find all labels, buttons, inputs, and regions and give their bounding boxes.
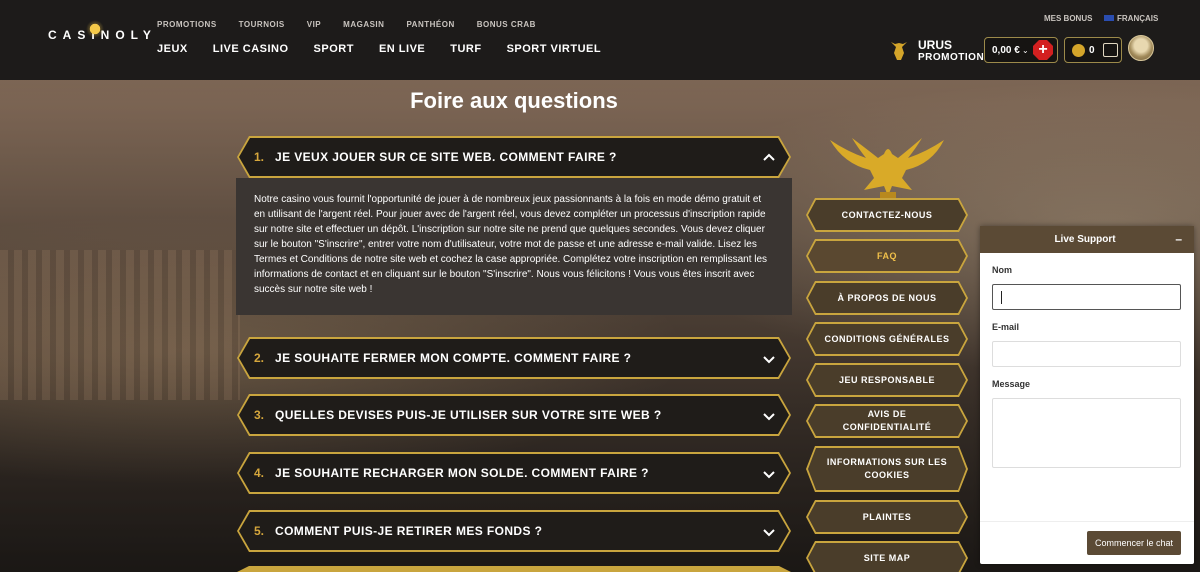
faq-item-1[interactable]: 1. JE VEUX JOUER SUR CE SITE WEB. COMMEN… [237,136,791,178]
faq-item-inner: 1. JE VEUX JOUER SUR CE SITE WEB. COMMEN… [239,138,789,176]
promo-title[interactable]: URUS [918,38,952,52]
faq-item-inner: 2. JE SOUHAITE FERMER MON COMPTE. COMMEN… [239,339,789,377]
faq-answer-1: Notre casino vous fournit l'opportunité … [236,178,792,315]
side-menu-label: À PROPOS DE NOUS [808,283,966,313]
side-menu-responsible-gaming[interactable]: JEU RESPONSABLE [806,363,968,397]
chevron-down-icon[interactable] [763,353,775,365]
side-menu-label: FAQ [808,241,966,271]
name-field[interactable] [992,284,1181,310]
coin-icon [1072,44,1085,57]
side-menu-label: CONDITIONS GÉNÉRALES [808,324,966,354]
top-nav-bonus-crab[interactable]: BONUS CRAB [477,20,536,29]
faq-number: 2. [254,351,265,365]
start-chat-button[interactable]: Commencer le chat [1087,531,1181,555]
faq-number: 4. [254,466,265,480]
live-support-panel: Live Support – Nom E-mail Message Commen… [980,226,1194,564]
faq-number: 1. [254,150,265,164]
language-label: FRANÇAIS [1117,14,1159,23]
top-nav-pantheon[interactable]: PANTHÉON [406,20,454,29]
top-nav-vip[interactable]: VIP [307,20,321,29]
faq-question: QUELLES DEVISES PUIS-JE UTILISER SUR VOT… [275,408,662,422]
golden-eagle-icon [830,138,944,198]
main-nav: JEUX LIVE CASINO SPORT EN LIVE TURF SPOR… [157,43,626,55]
side-menu-label: AVIS DE CONFIDENTIALITÉ [808,406,966,436]
faq-item-2[interactable]: 2. JE SOUHAITE FERMER MON COMPTE. COMMEN… [237,337,791,379]
main-nav-jeux[interactable]: JEUX [157,43,188,55]
site-header: CASINOLY PROMOTIONS TOURNOIS VIP MAGASIN… [0,0,1200,80]
email-field[interactable] [992,341,1181,367]
promo-subtitle[interactable]: PROMOTION [918,52,984,63]
faq-number: 3. [254,408,265,422]
main-nav-sport-virtuel[interactable]: SPORT VIRTUEL [507,43,602,55]
bull-icon[interactable] [888,38,910,62]
faq-item-6-partial[interactable] [237,566,791,572]
faq-question: JE SOUHAITE FERMER MON COMPTE. COMMENT F… [275,351,632,365]
side-menu-complaints[interactable]: PLAINTES [806,500,968,534]
top-nav-promotions[interactable]: PROMOTIONS [157,20,217,29]
top-nav: PROMOTIONS TOURNOIS VIP MAGASIN PANTHÉON… [157,20,558,29]
main-nav-turf[interactable]: TURF [450,43,481,55]
email-label: E-mail [992,322,1020,332]
faq-item-4[interactable]: 4. JE SOUHAITE RECHARGER MON SOLDE. COMM… [237,452,791,494]
background-building [0,250,240,400]
chevron-up-icon[interactable] [763,152,775,164]
side-menu-label: PLAINTES [808,502,966,532]
flag-icon [1104,15,1114,21]
page-title: Foire aux questions [410,88,618,113]
live-support-header[interactable]: Live Support – [980,226,1194,253]
balance-widget[interactable]: 0,00 € ⌄ + [984,37,1058,63]
main-nav-en-live[interactable]: EN LIVE [379,43,425,55]
text-caret [1001,291,1002,304]
chevron-down-icon[interactable] [763,468,775,480]
balance-value: 0,00 € [992,45,1020,56]
deposit-plus-button[interactable]: + [1033,40,1053,60]
faq-item-inner: 3. QUELLES DEVISES PUIS-JE UTILISER SUR … [239,396,789,434]
language-selector[interactable]: FRANÇAIS [1104,14,1158,23]
gift-icon[interactable] [1103,43,1118,57]
faq-question: COMMENT PUIS-JE RETIRER MES FONDS ? [275,524,543,538]
faq-item-inner: 5. COMMENT PUIS-JE RETIRER MES FONDS ? [239,512,789,550]
faq-item-inner: 4. JE SOUHAITE RECHARGER MON SOLDE. COMM… [239,454,789,492]
message-label: Message [992,379,1031,389]
top-nav-tournois[interactable]: TOURNOIS [239,20,285,29]
faq-question: JE VEUX JOUER SUR CE SITE WEB. COMMENT F… [275,150,617,164]
side-menu-label: CONTACTEZ-NOUS [808,200,966,230]
faq-number: 5. [254,524,265,538]
side-menu-terms[interactable]: CONDITIONS GÉNÉRALES [806,322,968,356]
name-label: Nom [992,265,1012,275]
user-avatar[interactable] [1128,35,1154,61]
main-nav-live-casino[interactable]: LIVE CASINO [213,43,289,55]
side-menu-contact[interactable]: CONTACTEZ-NOUS [806,198,968,232]
side-menu-cookies[interactable]: INFORMATIONS SUR LES COOKIES [806,446,968,492]
coins-widget[interactable]: 0 [1064,37,1122,63]
divider [980,521,1194,522]
side-menu-about[interactable]: À PROPOS DE NOUS [806,281,968,315]
live-support-title: Live Support [1054,234,1116,245]
side-menu-label: SITE MAP [808,543,966,572]
side-menu-faq[interactable]: FAQ [806,239,968,273]
side-menu-label: INFORMATIONS SUR LES COOKIES [808,448,966,490]
side-menu-privacy[interactable]: AVIS DE CONFIDENTIALITÉ [806,404,968,438]
logo-sun-icon [86,20,104,38]
chevron-down-icon[interactable]: ⌄ [1022,46,1029,55]
top-nav-magasin[interactable]: MAGASIN [343,20,384,29]
faq-question: JE SOUHAITE RECHARGER MON SOLDE. COMMENT… [275,466,649,480]
chevron-down-icon[interactable] [763,526,775,538]
minimize-icon[interactable]: – [1175,232,1182,246]
side-menu-sitemap[interactable]: SITE MAP [806,541,968,572]
coins-value: 0 [1089,45,1095,56]
chevron-down-icon[interactable] [763,410,775,422]
faq-item-3[interactable]: 3. QUELLES DEVISES PUIS-JE UTILISER SUR … [237,394,791,436]
faq-item-5[interactable]: 5. COMMENT PUIS-JE RETIRER MES FONDS ? [237,510,791,552]
mes-bonus-link[interactable]: MES BONUS [1044,14,1092,23]
main-nav-sport[interactable]: SPORT [314,43,354,55]
message-field[interactable] [992,398,1181,468]
side-menu-label: JEU RESPONSABLE [808,365,966,395]
